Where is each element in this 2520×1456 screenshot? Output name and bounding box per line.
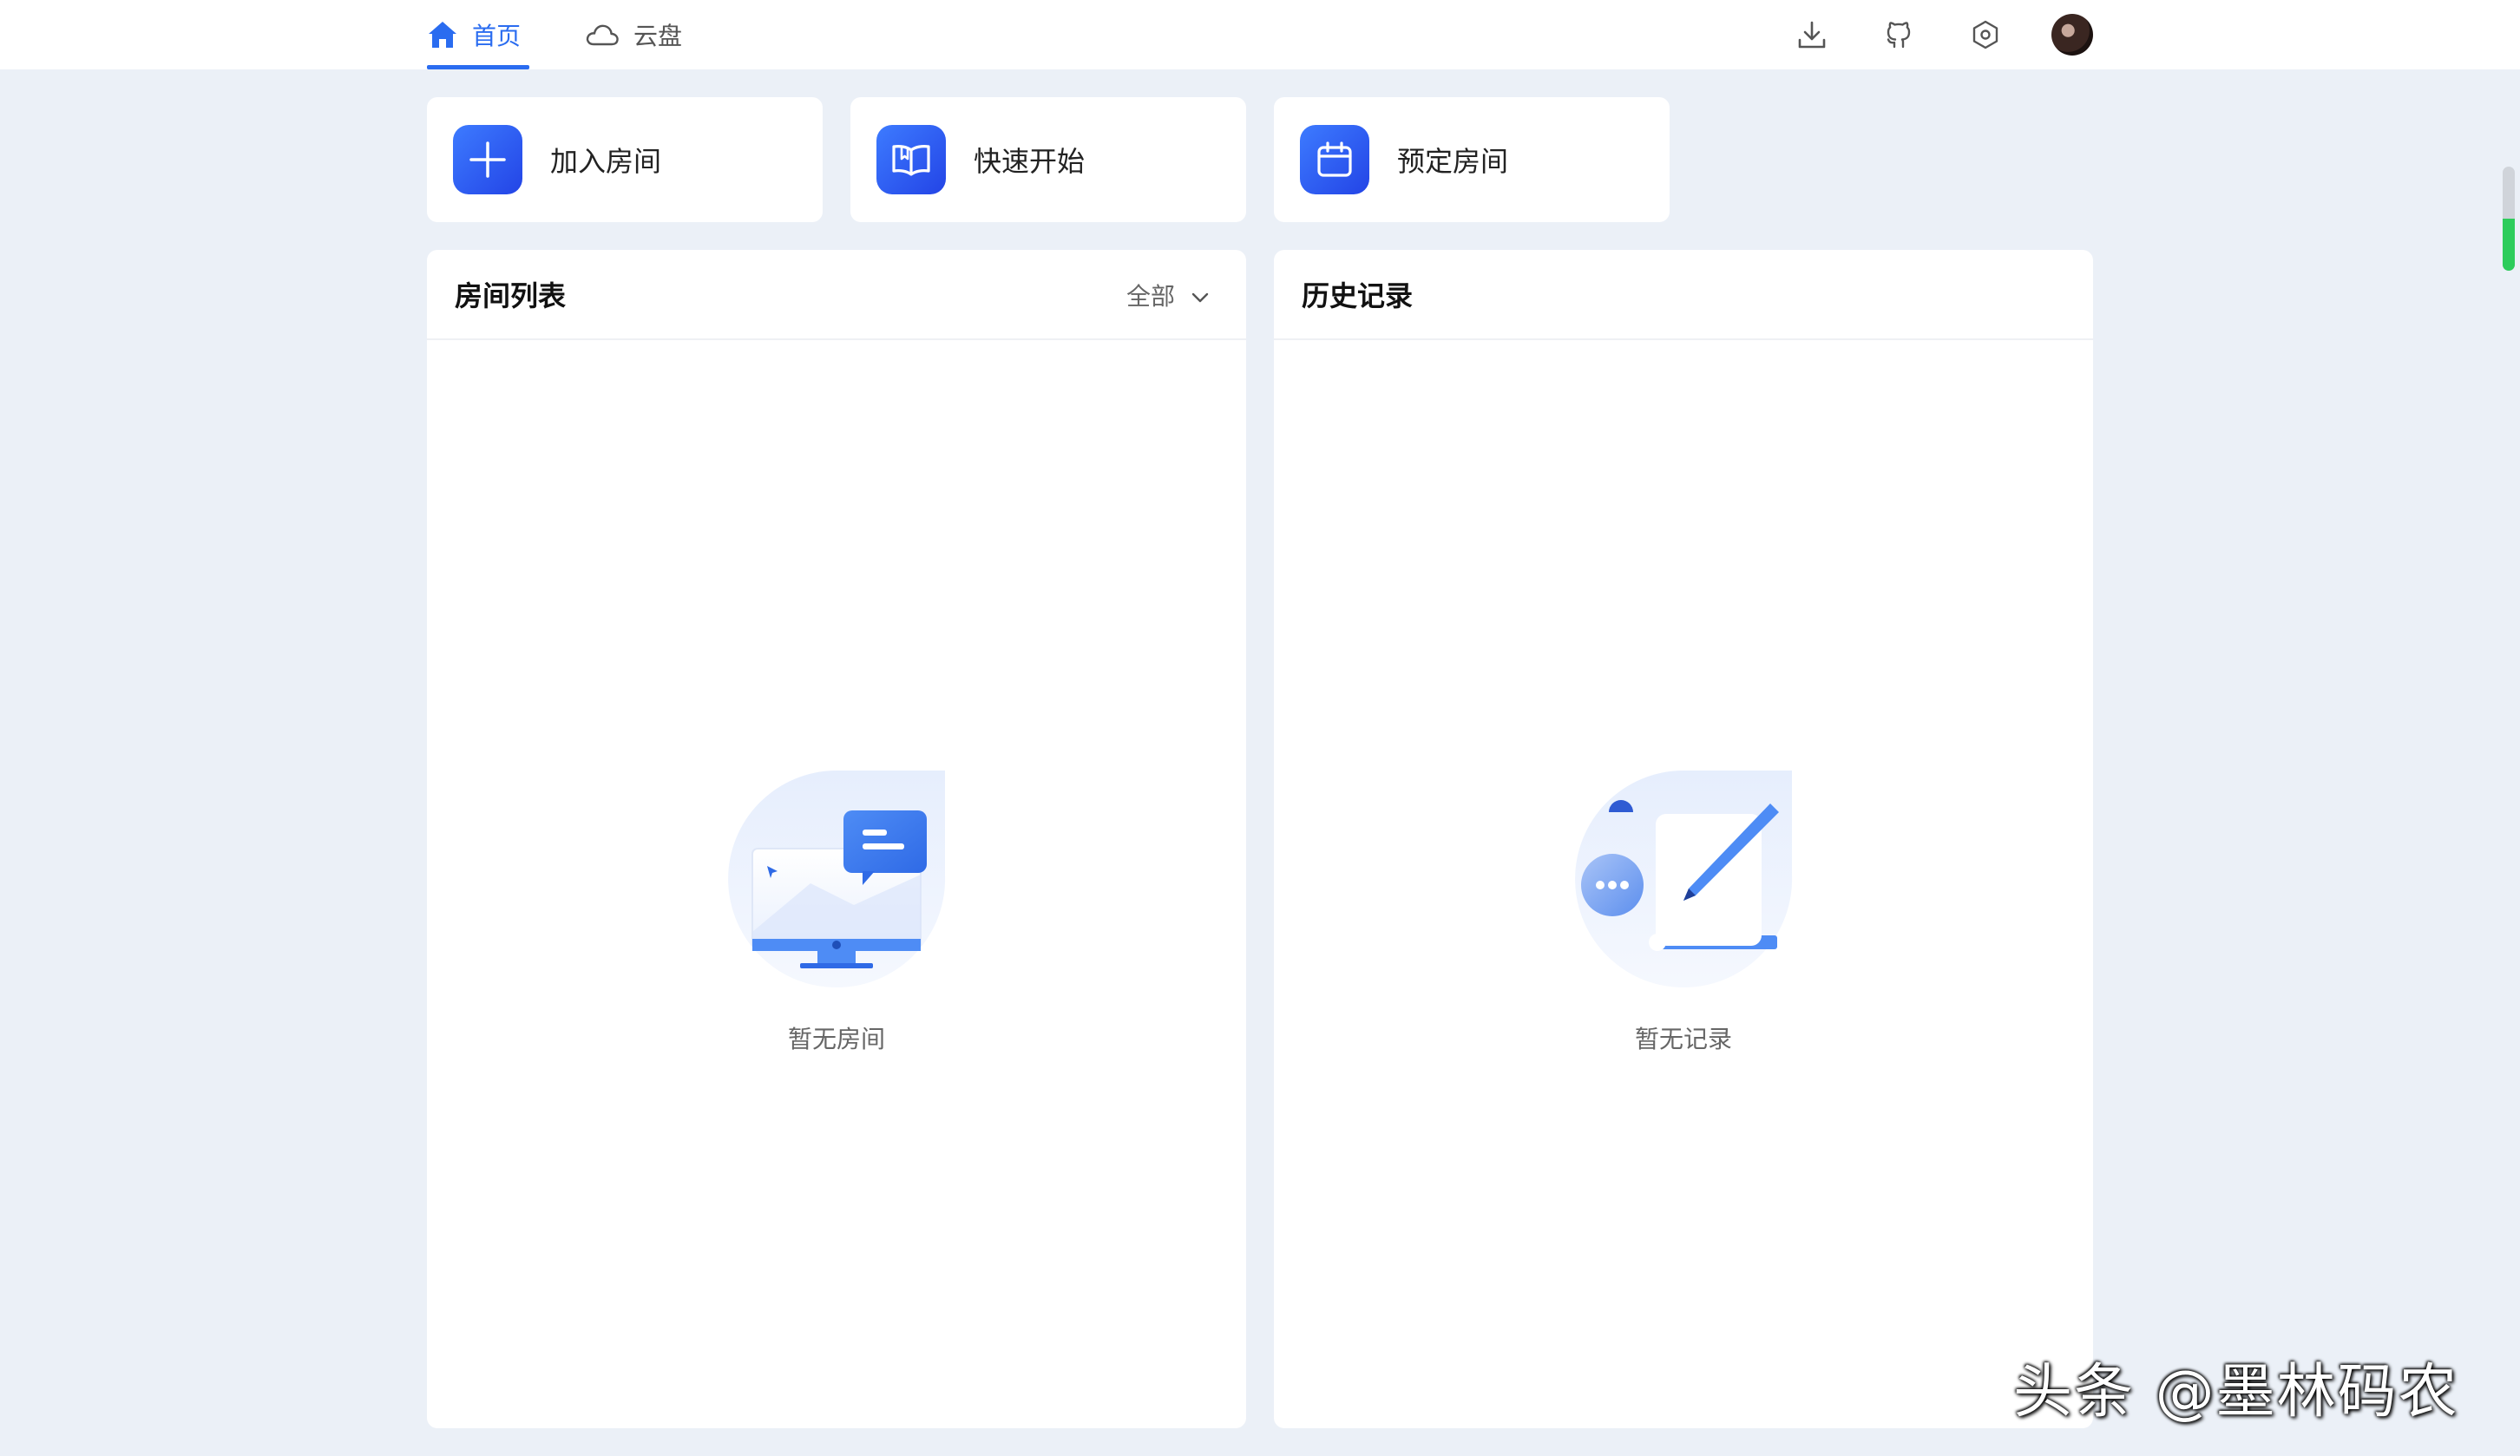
tab-home[interactable]: 首页 (427, 0, 529, 69)
room-list-empty-text: 暂无房间 (787, 1025, 885, 1053)
join-room-label: 加入房间 (550, 145, 662, 178)
room-filter-dropdown[interactable]: 全部 (1126, 250, 1210, 340)
github-icon[interactable] (1881, 17, 1916, 52)
room-list-title: 房间列表 (455, 279, 567, 312)
tab-cloud-label: 云盘 (633, 22, 683, 50)
top-navigation-bar: 首页 云盘 (0, 0, 2520, 69)
join-room-card[interactable]: 加入房间 (427, 97, 823, 222)
history-title: 历史记录 (1302, 279, 1414, 312)
note-pen-illustration (1562, 753, 1805, 996)
chevron-down-icon (1191, 281, 1210, 310)
calendar-icon (1300, 125, 1369, 194)
history-panel: 历史记录 暂无记录 (1274, 250, 2093, 1428)
cloud-icon (585, 23, 620, 47)
download-icon[interactable] (1795, 17, 1829, 52)
room-list-panel: 房间列表 全部 暂无房间 (427, 250, 1246, 1428)
schedule-room-label: 预定房间 (1397, 145, 1509, 178)
watermark: 头条 @墨林码农 (2013, 1358, 2459, 1426)
scrollbar-thumb[interactable] (2503, 219, 2515, 271)
quick-start-card[interactable]: 快速开始 (850, 97, 1246, 222)
tab-home-label: 首页 (472, 22, 522, 50)
room-list-header: 房间列表 全部 (427, 250, 1246, 340)
schedule-room-card[interactable]: 预定房间 (1274, 97, 1670, 222)
history-header: 历史记录 (1274, 250, 2093, 340)
settings-icon[interactable] (1968, 17, 2003, 52)
quick-start-label: 快速开始 (974, 145, 1086, 178)
page-scrollbar[interactable] (2503, 167, 2515, 271)
plus-icon (453, 125, 522, 194)
book-icon (876, 125, 946, 194)
room-list-empty-state: 暂无房间 (427, 753, 1246, 1055)
history-empty-state: 暂无记录 (1274, 753, 2093, 1055)
tab-cloud-drive[interactable]: 云盘 (585, 0, 689, 69)
room-filter-value: 全部 (1125, 282, 1175, 311)
history-empty-text: 暂无记录 (1634, 1025, 1732, 1053)
home-icon (427, 20, 458, 49)
avatar[interactable] (2051, 14, 2093, 56)
monitor-chat-illustration (715, 753, 958, 996)
